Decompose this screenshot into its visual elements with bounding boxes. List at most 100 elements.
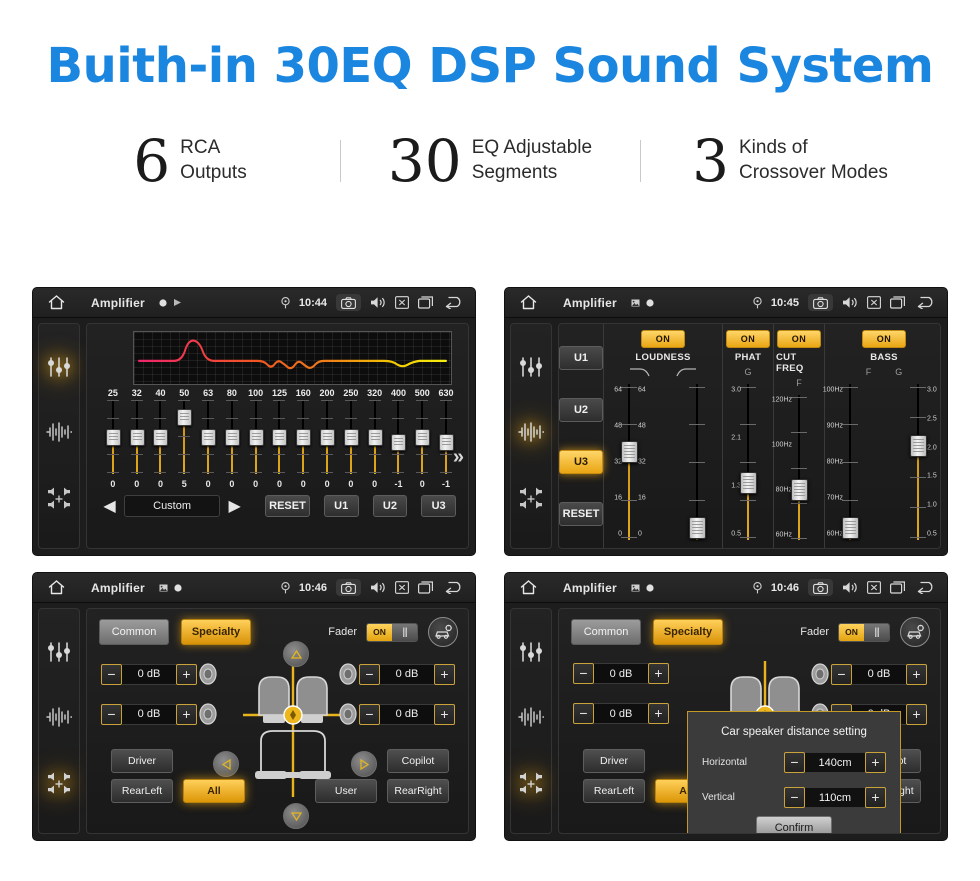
equalizer-icon[interactable] xyxy=(47,641,71,668)
equalizer-icon[interactable] xyxy=(519,356,543,383)
back-arrow-icon[interactable] xyxy=(443,296,465,309)
decrease-button[interactable]: − xyxy=(359,663,380,685)
eq-slider-track[interactable] xyxy=(248,400,264,474)
increase-button[interactable]: + xyxy=(176,703,197,725)
seat-button-rearleft[interactable]: RearLeft xyxy=(111,779,173,803)
eq-slider-track[interactable] xyxy=(343,400,359,474)
double-chevron-right-icon[interactable]: » xyxy=(453,446,464,469)
waveform-icon[interactable] xyxy=(518,707,545,732)
fader-toggle[interactable]: ON ||| xyxy=(366,622,418,642)
eq-slider-bank[interactable] xyxy=(101,400,458,478)
recents-icon[interactable] xyxy=(418,581,434,594)
gain-stepper-front-right[interactable]: − 0 dB + xyxy=(809,663,927,685)
balance-icon[interactable] xyxy=(46,772,72,801)
gain-stepper-rear-left[interactable]: − 0 dB + xyxy=(101,703,219,725)
slider-knob[interactable] xyxy=(910,434,927,457)
volume-icon[interactable] xyxy=(370,296,386,309)
eq-slider[interactable] xyxy=(196,400,220,478)
dsp-vertical-slider[interactable]: 3.0 2.1 1.3 0.5 xyxy=(725,380,771,544)
reset-button[interactable]: RESET xyxy=(559,502,603,526)
tab-specialty[interactable]: Specialty xyxy=(653,619,723,645)
tab-common[interactable]: Common xyxy=(99,619,169,645)
decrease-button[interactable]: − xyxy=(573,663,594,684)
right-triangle-icon[interactable] xyxy=(351,751,377,777)
eq-slider-track[interactable] xyxy=(439,400,455,474)
decrease-button[interactable]: − xyxy=(831,663,852,685)
eq-slider-track[interactable] xyxy=(201,400,217,474)
camera-icon[interactable] xyxy=(808,294,833,311)
toggle-on-button[interactable]: ON xyxy=(640,330,686,348)
gain-stepper-rear-right[interactable]: − 0 dB + xyxy=(337,703,455,725)
waveform-icon[interactable] xyxy=(46,422,73,447)
eq-slider-track[interactable] xyxy=(153,400,169,474)
increase-button[interactable]: + xyxy=(648,703,669,724)
camera-icon[interactable] xyxy=(336,579,361,596)
back-arrow-icon[interactable] xyxy=(443,581,465,594)
user-preset-u3-button[interactable]: U3 xyxy=(421,495,456,517)
balance-icon[interactable] xyxy=(46,487,72,516)
slider-knob[interactable] xyxy=(791,479,808,502)
eq-slider-track[interactable] xyxy=(105,400,121,474)
volume-icon[interactable] xyxy=(370,581,386,594)
preset-name-display[interactable]: Custom xyxy=(124,495,221,517)
decrease-button[interactable]: − xyxy=(784,787,805,808)
eq-slider-knob[interactable] xyxy=(224,429,240,446)
vertical-stepper[interactable]: − 110cm + xyxy=(784,787,886,808)
confirm-button[interactable]: Confirm xyxy=(756,816,832,833)
eq-slider-knob[interactable] xyxy=(415,429,431,446)
dsp-vertical-slider[interactable]: 3.0 2.5 2.0 1.5 1.0 0.5 xyxy=(895,380,940,544)
preset-u3-button[interactable]: U3 xyxy=(559,450,603,474)
eq-slider-knob[interactable] xyxy=(248,429,264,446)
preset-prev-button[interactable]: ◀ xyxy=(101,496,118,516)
eq-slider[interactable] xyxy=(387,400,411,478)
fader-toggle[interactable]: ON ||| xyxy=(838,622,890,642)
user-preset-u1-button[interactable]: U1 xyxy=(323,495,359,517)
dsp-vertical-slider[interactable]: 120Hz 100Hz 80Hz 60Hz xyxy=(772,391,822,544)
seat-button-driver[interactable]: Driver xyxy=(583,749,645,773)
seat-button-rearright[interactable]: RearRight xyxy=(387,779,449,803)
eq-slider-knob[interactable] xyxy=(296,429,312,446)
toggle-on-button[interactable]: ON xyxy=(776,330,822,348)
gain-stepper-rear-left[interactable]: − 0 dB + xyxy=(573,703,669,724)
eq-slider-knob[interactable] xyxy=(320,429,336,446)
eq-slider-knob[interactable] xyxy=(153,429,169,446)
increase-button[interactable]: + xyxy=(906,703,927,725)
balance-icon[interactable] xyxy=(518,772,544,801)
eq-slider-knob[interactable] xyxy=(177,409,193,427)
back-arrow-icon[interactable] xyxy=(915,296,937,309)
decrease-button[interactable]: − xyxy=(573,703,594,724)
preset-u1-button[interactable]: U1 xyxy=(559,346,603,370)
eq-slider-track[interactable] xyxy=(272,400,288,474)
left-triangle-icon[interactable] xyxy=(213,751,239,777)
gain-stepper-front-left[interactable]: − 0 dB + xyxy=(573,663,669,684)
eq-slider[interactable] xyxy=(101,400,125,478)
decrease-button[interactable]: − xyxy=(784,752,805,773)
decrease-button[interactable]: − xyxy=(101,703,122,725)
back-arrow-icon[interactable] xyxy=(915,581,937,594)
volume-icon[interactable] xyxy=(842,296,858,309)
camera-icon[interactable] xyxy=(336,294,361,311)
eq-slider-knob[interactable] xyxy=(391,434,407,452)
seat-button-rearleft[interactable]: RearLeft xyxy=(583,779,645,803)
recents-icon[interactable] xyxy=(418,296,434,309)
eq-slider[interactable] xyxy=(410,400,434,478)
eq-slider[interactable] xyxy=(339,400,363,478)
preset-next-button[interactable]: ▶ xyxy=(226,496,243,516)
slider-knob[interactable] xyxy=(842,516,859,539)
tab-specialty[interactable]: Specialty xyxy=(181,619,251,645)
dsp-vertical-slider[interactable]: 64 48 32 16 0 64 48 32 16 0 xyxy=(606,380,652,544)
eq-slider[interactable] xyxy=(149,400,173,478)
user-preset-u2-button[interactable]: U2 xyxy=(372,495,408,517)
eq-slider-track[interactable] xyxy=(391,400,407,474)
eq-slider-track[interactable] xyxy=(224,400,240,474)
slider-knob[interactable] xyxy=(621,441,638,464)
close-box-icon[interactable] xyxy=(867,581,881,594)
eq-slider-track[interactable] xyxy=(129,400,145,474)
preset-u2-button[interactable]: U2 xyxy=(559,398,603,422)
increase-button[interactable]: + xyxy=(906,663,927,685)
eq-slider-track[interactable] xyxy=(177,400,193,474)
equalizer-icon[interactable] xyxy=(519,641,543,668)
dsp-vertical-slider[interactable] xyxy=(674,380,720,544)
increase-button[interactable]: + xyxy=(434,663,455,685)
close-box-icon[interactable] xyxy=(395,581,409,594)
